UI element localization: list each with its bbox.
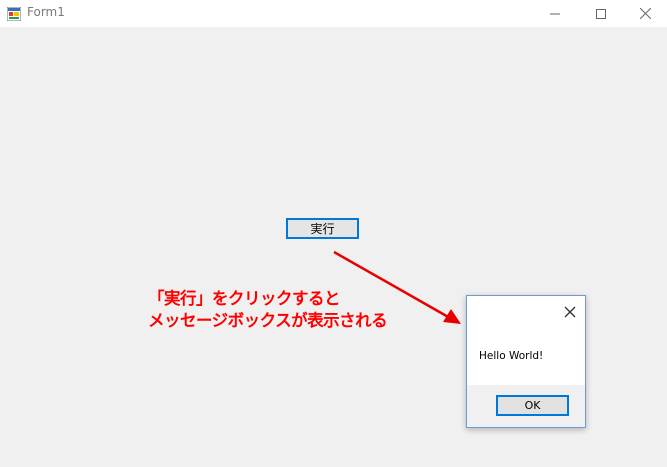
annotation-line-1: 「実行」をクリックすると bbox=[148, 289, 341, 308]
minimize-button[interactable] bbox=[532, 0, 578, 27]
window-title: Form1 bbox=[27, 5, 65, 19]
close-icon bbox=[564, 306, 576, 318]
close-button[interactable] bbox=[622, 0, 667, 27]
maximize-button[interactable] bbox=[578, 0, 624, 27]
message-text: Hello World! bbox=[479, 350, 544, 362]
maximize-icon bbox=[596, 8, 606, 19]
ok-button[interactable]: OK bbox=[496, 395, 569, 416]
run-button[interactable]: 実行 bbox=[286, 218, 359, 239]
minimize-icon bbox=[550, 9, 560, 19]
annotation-text: 「実行」をクリックすると メッセージボックスが表示される bbox=[148, 288, 388, 332]
app-icon bbox=[6, 6, 22, 22]
title-bar[interactable]: Form1 bbox=[0, 0, 667, 27]
annotation-line-2: メッセージボックスが表示される bbox=[148, 311, 388, 330]
message-box-footer: OK bbox=[467, 385, 585, 427]
message-box-close-button[interactable] bbox=[563, 304, 577, 318]
message-box: Hello World! OK bbox=[466, 295, 586, 428]
close-icon bbox=[639, 8, 651, 19]
